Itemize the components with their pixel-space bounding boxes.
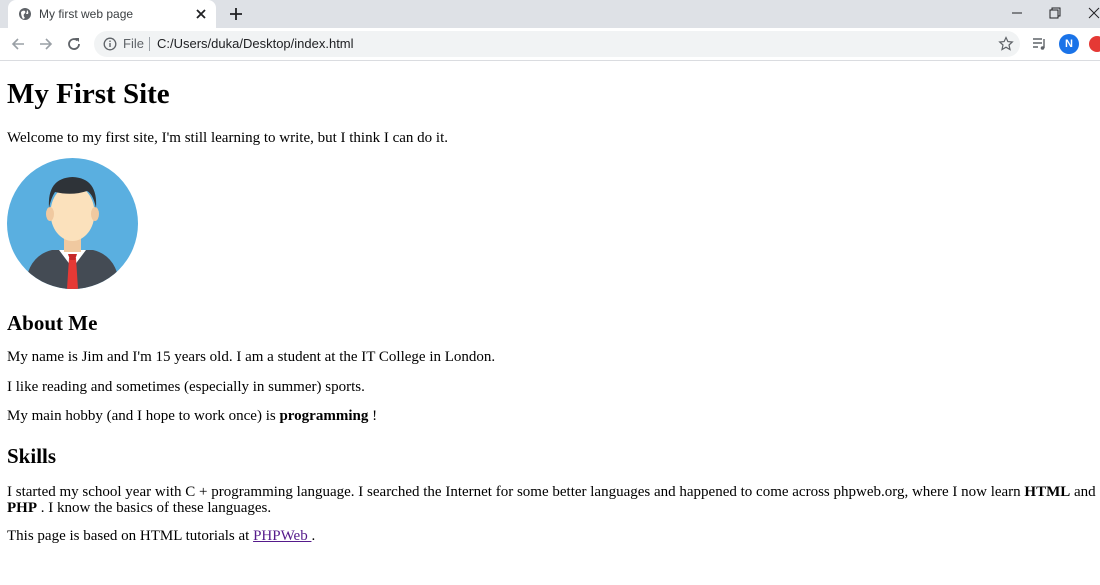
- skills-text: I started my school year with C + progra…: [7, 484, 1025, 500]
- profile-avatar[interactable]: N: [1059, 34, 1079, 54]
- new-tab-plus-icon[interactable]: [228, 6, 244, 22]
- bookmark-star-icon[interactable]: [998, 36, 1014, 52]
- tab-title: My first web page: [39, 7, 134, 21]
- skills-heading: Skills: [7, 444, 57, 468]
- about-paragraph-2: I like reading and sometimes (especially…: [7, 379, 365, 395]
- skills-php: PHP: [7, 500, 37, 516]
- back-arrow-icon[interactable]: [10, 36, 26, 52]
- address-bar[interactable]: File C:/Users/duka/Desktop/index.html: [94, 31, 1020, 57]
- hobby-text: My main hobby (and I hope to work once) …: [7, 408, 280, 424]
- welcome-text: Welcome to my first site, I'm still lear…: [7, 130, 448, 146]
- skills-end: . I know the basics of these languages.: [37, 500, 272, 516]
- address-separator: [149, 37, 150, 51]
- window-close-icon[interactable]: [1084, 4, 1100, 22]
- restore-icon[interactable]: [1045, 4, 1065, 22]
- url-text[interactable]: C:/Users/duka/Desktop/index.html: [157, 36, 354, 51]
- person-avatar-icon: [7, 158, 138, 289]
- page-title: My First Site: [7, 78, 170, 110]
- hobby-paragraph: My main hobby (and I hope to work once) …: [7, 408, 377, 424]
- close-tab-icon[interactable]: [194, 7, 208, 21]
- info-icon[interactable]: [103, 37, 117, 51]
- scheme-label: File: [123, 36, 144, 51]
- about-paragraph-1: My name is Jim and I'm 15 years old. I a…: [7, 349, 496, 365]
- footer-end: .: [311, 528, 316, 544]
- hobby-bold: programming: [279, 408, 369, 424]
- about-heading: About Me: [7, 311, 98, 335]
- skills-paragraph: I started my school year with C + progra…: [7, 484, 1100, 516]
- skills-html: HTML: [1024, 484, 1071, 500]
- forward-arrow-icon[interactable]: [38, 36, 54, 52]
- reload-icon[interactable]: [66, 36, 82, 52]
- extension-icon[interactable]: [1089, 36, 1100, 52]
- hobby-end: !: [368, 408, 378, 424]
- skills-and: and: [1070, 484, 1096, 500]
- footer-paragraph: This page is based on HTML tutorials at …: [7, 528, 315, 544]
- tab-strip: My first web page: [0, 0, 1100, 28]
- browser-toolbar: File C:/Users/duka/Desktop/index.html: [0, 28, 1100, 61]
- tab-active[interactable]: My first web page: [8, 0, 216, 28]
- globe-icon: [19, 8, 31, 20]
- media-queue-icon[interactable]: [1032, 36, 1048, 52]
- minimize-icon[interactable]: [1007, 4, 1027, 22]
- footer-text: This page is based on HTML tutorials at: [7, 528, 254, 544]
- phpweb-link[interactable]: PHPWeb: [253, 528, 311, 544]
